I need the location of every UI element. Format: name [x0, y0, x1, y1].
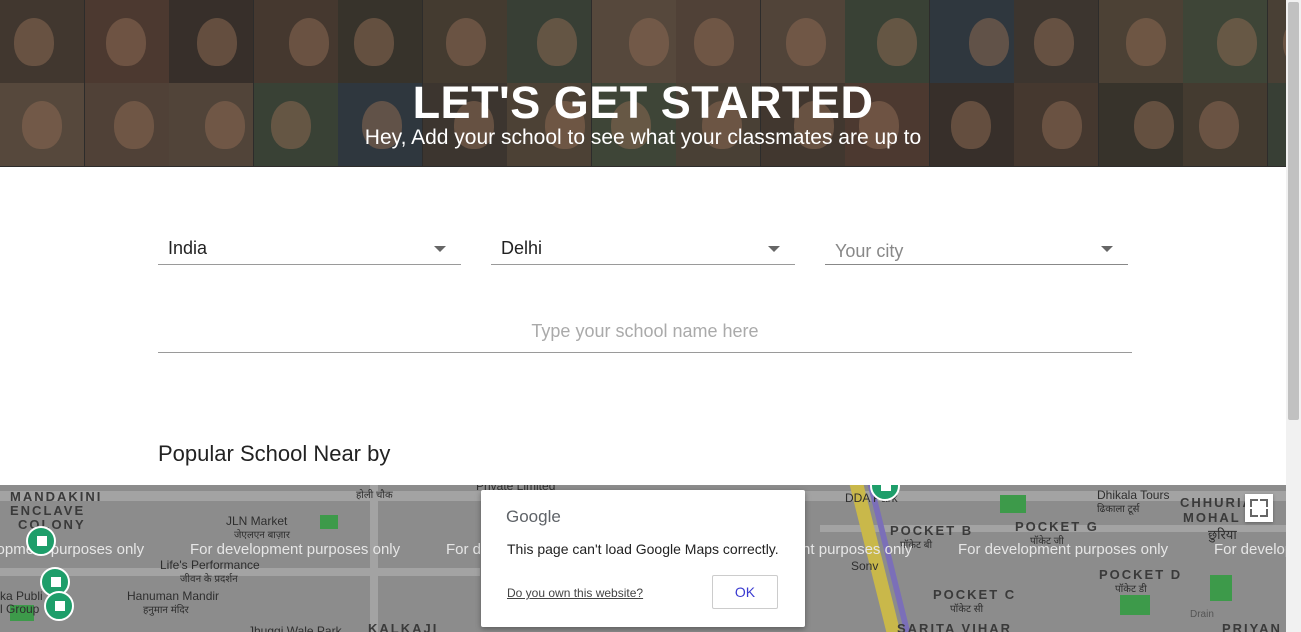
- page-scrollbar[interactable]: [1286, 0, 1301, 632]
- map-place-label: जेएलएन बाज़ार: [234, 530, 290, 541]
- map-area-label: PRIYAN: [1222, 621, 1282, 632]
- map-place-label: Dhikala Tours: [1097, 488, 1170, 502]
- map-place-label: Drain: [1190, 609, 1214, 620]
- map-place-label: पॉकेट डी: [1115, 584, 1147, 595]
- country-select[interactable]: India: [158, 224, 461, 265]
- map-area-label: POCKET G: [1015, 519, 1099, 534]
- fullscreen-icon: [1260, 499, 1268, 507]
- school-pin-icon[interactable]: [44, 591, 74, 621]
- own-website-link[interactable]: Do you own this website?: [507, 586, 643, 600]
- map-area-label: KALKAJI: [368, 621, 439, 632]
- fullscreen-icon: [1250, 499, 1258, 507]
- chevron-down-icon: [1101, 246, 1113, 252]
- hero-banner: LET'S GET STARTED Hey, Add your school t…: [0, 0, 1286, 167]
- school-name-input[interactable]: [158, 311, 1132, 353]
- map-place-label: Life's Performance: [160, 558, 260, 572]
- map-place-label: Jhuggi Wale Park: [248, 624, 342, 632]
- map-area-label: POCKET B: [890, 523, 974, 538]
- hero-subtitle: Hey, Add your school to see what your cl…: [364, 126, 922, 149]
- dev-watermark-text: For development purposes only: [1214, 541, 1286, 558]
- map-place-label: ढिकाला टूर्स: [1097, 504, 1140, 515]
- map-area-label: MOHAL: [1183, 510, 1241, 525]
- state-select-value: Delhi: [501, 238, 543, 258]
- map-fullscreen-button[interactable]: [1245, 494, 1273, 522]
- country-select-value: India: [168, 238, 208, 258]
- city-select[interactable]: Your city: [825, 224, 1128, 265]
- city-select-placeholder: Your city: [835, 241, 904, 261]
- chevron-down-icon: [768, 246, 780, 252]
- map-area-label: SARITA VIHAR: [897, 621, 1012, 632]
- map-place-label: Hanuman Mandir: [127, 589, 220, 603]
- map-area-label: ENCLAVE: [10, 503, 86, 518]
- map-place-label: पॉकेट सी: [950, 604, 984, 615]
- map-area-label: POCKET D: [1099, 567, 1183, 582]
- hero-title: LET'S GET STARTED: [412, 77, 874, 128]
- dev-watermark-text: For development purposes only: [958, 541, 1169, 558]
- map-place-label: हनुमान मंदिर: [143, 605, 189, 616]
- chevron-down-icon: [434, 246, 446, 252]
- popular-schools-heading: Popular School Near by: [158, 441, 391, 466]
- map-area-label: MANDAKINI: [10, 489, 103, 504]
- map-place-label: JLN Market: [226, 514, 288, 528]
- map-park: [1210, 575, 1232, 601]
- map-place-label: जीवन के प्रदर्शन: [180, 574, 238, 585]
- school-pin-icon[interactable]: [26, 526, 56, 556]
- map-park: [1120, 595, 1150, 615]
- google-logo: Google: [506, 507, 561, 526]
- map-place-label: Sonv: [851, 559, 879, 573]
- map-place-label: ka Publi: [0, 589, 43, 603]
- map-place-label: l Group: [0, 602, 40, 616]
- fullscreen-icon: [1250, 509, 1258, 517]
- fullscreen-icon: [1260, 509, 1268, 517]
- state-select[interactable]: Delhi: [491, 224, 795, 265]
- dialog-message: This page can't load Google Maps correct…: [507, 541, 779, 557]
- ok-button[interactable]: OK: [712, 575, 778, 609]
- map-area-label: POCKET C: [933, 587, 1017, 602]
- maps-error-dialog: Google This page can't load Google Maps …: [481, 490, 805, 627]
- map-park: [320, 515, 338, 529]
- scrollbar-thumb[interactable]: [1288, 2, 1299, 420]
- map-park: [1000, 495, 1026, 513]
- map-area-label: CHHURIA: [1180, 495, 1254, 510]
- dev-watermark-text: For development purposes only: [190, 541, 401, 558]
- map-place-label: होली चौक: [356, 490, 393, 501]
